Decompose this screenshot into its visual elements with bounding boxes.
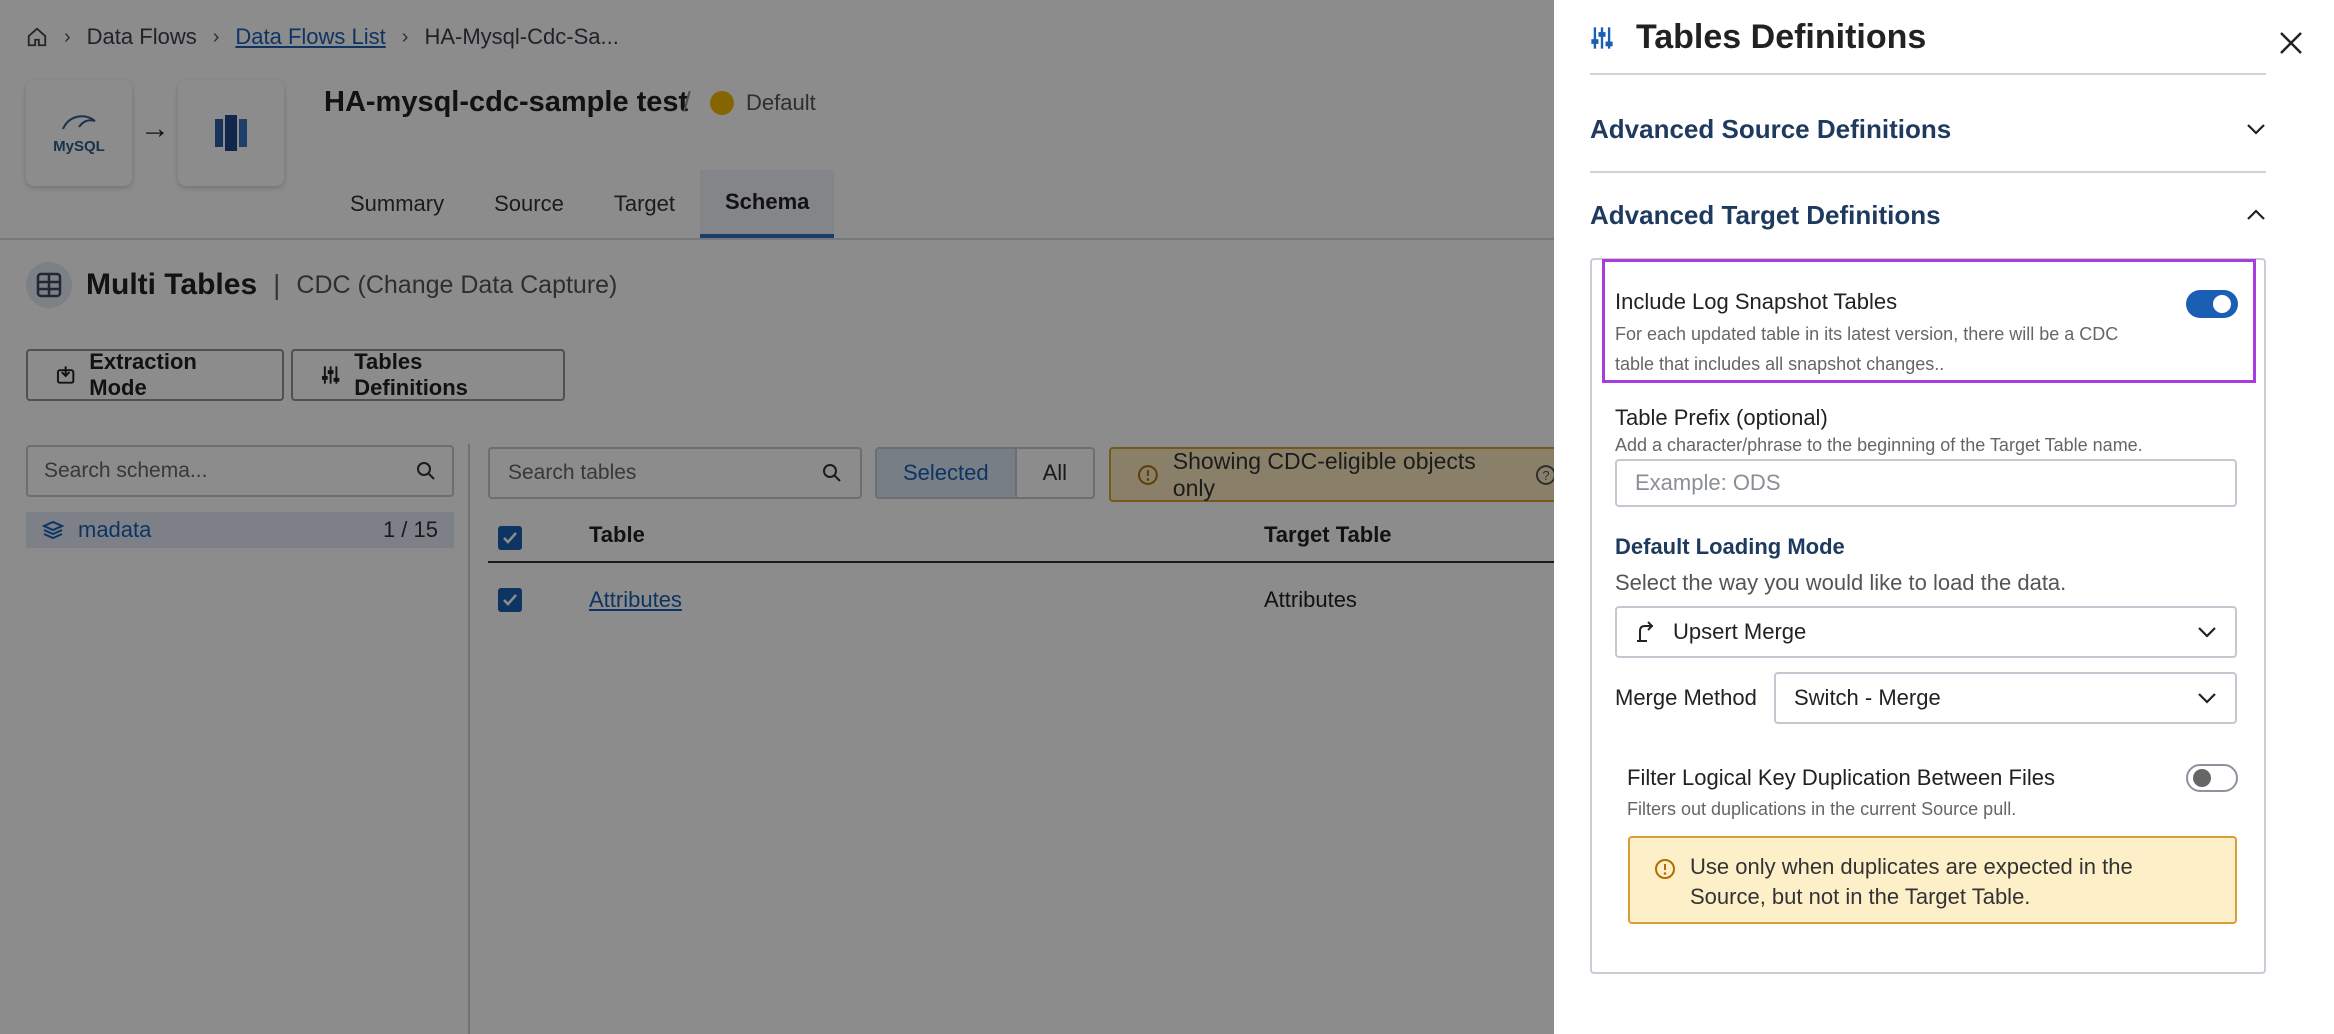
sliders-icon xyxy=(1591,26,1613,49)
filter-dup-title: Filter Logical Key Duplication Between F… xyxy=(1627,765,2055,790)
advanced-target-accordion[interactable]: Advanced Target Definitions xyxy=(1590,193,2266,237)
merge-method-select[interactable]: Switch - Merge xyxy=(1774,672,2237,724)
close-icon[interactable] xyxy=(2276,28,2306,58)
advanced-source-label: Advanced Source Definitions xyxy=(1590,113,1952,144)
accordion-divider xyxy=(1590,171,2266,173)
drawer-title-text: Tables Definitions xyxy=(1636,18,1927,56)
chevron-down-icon xyxy=(2198,693,2216,704)
chevron-down-icon xyxy=(2247,124,2265,135)
warning-line2: Source, but not in the Target Table. xyxy=(1690,884,2031,909)
table-prefix-field xyxy=(1615,459,2237,507)
warning-text: Use only when duplicates are expected in… xyxy=(1690,852,2133,912)
modal-backdrop[interactable] xyxy=(0,0,1554,1034)
toggle-knob xyxy=(2213,295,2231,313)
loading-mode-value: Upsert Merge xyxy=(1673,619,1807,644)
upsert-icon xyxy=(1637,621,1654,642)
filter-dup-toggle[interactable] xyxy=(2186,764,2238,792)
advanced-target-label: Advanced Target Definitions xyxy=(1590,199,1941,230)
table-prefix-description: Add a character/phrase to the beginning … xyxy=(1615,435,2143,455)
log-snapshot-toggle[interactable] xyxy=(2186,290,2238,318)
merge-method-value: Switch - Merge xyxy=(1794,685,1941,710)
log-snapshot-title: Include Log Snapshot Tables xyxy=(1615,289,1898,314)
drawer-title: Tables Definitions xyxy=(1590,18,1926,57)
loading-mode-value-wrap: Upsert Merge xyxy=(1635,619,1806,645)
advanced-source-accordion[interactable]: Advanced Source Definitions xyxy=(1590,107,2266,151)
loading-mode-select[interactable]: Upsert Merge xyxy=(1615,606,2237,658)
filter-dup-description: Filters out duplications in the current … xyxy=(1627,799,2017,819)
merge-method-label: Merge Method xyxy=(1615,685,1757,710)
table-prefix-input[interactable] xyxy=(1617,461,2235,505)
log-snapshot-desc-line1: For each updated table in its latest ver… xyxy=(1615,324,2119,344)
title-divider xyxy=(1590,73,2266,75)
toggle-knob xyxy=(2193,769,2211,787)
warning-line1: Use only when duplicates are expected in… xyxy=(1690,854,2133,879)
log-snapshot-description: For each updated table in its latest ver… xyxy=(1615,319,2118,379)
loading-mode-description: Select the way you would like to load th… xyxy=(1615,570,2067,595)
duplicates-warning: Use only when duplicates are expected in… xyxy=(1628,836,2237,924)
info-icon xyxy=(1655,859,1675,879)
chevron-up-icon xyxy=(2247,209,2265,220)
log-snapshot-desc-line2: table that includes all snapshot changes… xyxy=(1615,354,1945,374)
table-prefix-title: Table Prefix (optional) xyxy=(1615,405,1828,430)
loading-mode-title: Default Loading Mode xyxy=(1615,534,1845,559)
chevron-down-icon xyxy=(2198,627,2216,638)
